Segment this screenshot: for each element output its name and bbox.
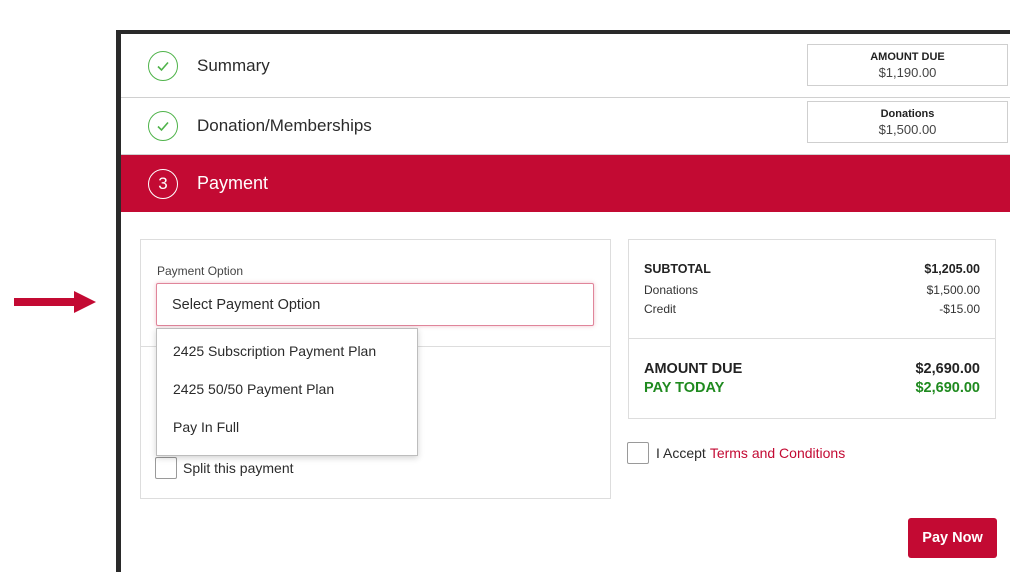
donations-box: Donations $1,500.00 <box>807 101 1008 143</box>
split-payment-label: Split this payment <box>183 460 294 476</box>
divider <box>629 338 995 339</box>
donations-box-value: $1,500.00 <box>878 121 937 137</box>
amount-due-box: AMOUNT DUE $1,190.00 <box>807 44 1008 86</box>
step-payment-title: Payment <box>197 173 269 193</box>
accept-terms-checkbox[interactable] <box>627 442 649 464</box>
step-number-icon: 3 <box>148 168 178 199</box>
dropdown-option-pay-in-full[interactable]: Pay In Full <box>157 408 417 446</box>
credit-value: -$15.00 <box>939 302 980 316</box>
pointer-arrow-icon <box>14 291 96 313</box>
step-donation-title: Donation/Memberships <box>197 116 372 135</box>
subtotal-line: SUBTOTAL $1,205.00 <box>644 262 980 276</box>
amount-due-line: AMOUNT DUE $2,690.00 <box>644 361 980 377</box>
subtotal-label: SUBTOTAL <box>644 262 711 276</box>
credit-label: Credit <box>644 302 677 316</box>
payment-option-dropdown: 2425 Subscription Payment Plan 2425 50/5… <box>156 328 418 456</box>
pay-today-line: PAY TODAY $2,690.00 <box>644 380 980 396</box>
subtotal-value: $1,205.00 <box>924 262 980 276</box>
split-payment-checkbox[interactable] <box>155 457 177 479</box>
step-payment: 3 Payment <box>121 155 1010 212</box>
total-amount-due-value: $2,690.00 <box>915 361 980 377</box>
total-amount-due-label: AMOUNT DUE <box>644 361 743 377</box>
payment-option-label: Payment Option <box>157 264 244 278</box>
donations-value: $1,500.00 <box>926 283 980 297</box>
pay-now-button[interactable]: Pay Now <box>908 518 997 558</box>
credit-line: Credit -$15.00 <box>644 302 980 316</box>
amount-due-label: AMOUNT DUE <box>870 50 945 63</box>
donations-box-label: Donations <box>880 107 935 120</box>
terms-link[interactable]: Terms and Conditions <box>710 445 845 461</box>
step-summary[interactable]: Summary AMOUNT DUE $1,190.00 <box>121 34 1010 98</box>
payment-option-select[interactable]: Select Payment Option <box>156 283 594 326</box>
terms-row: I Accept Terms and Conditions <box>627 442 845 464</box>
pay-today-label: PAY TODAY <box>644 380 725 396</box>
check-circle-icon <box>148 50 178 81</box>
pay-today-value: $2,690.00 <box>915 380 980 396</box>
donations-line: Donations $1,500.00 <box>644 283 980 297</box>
split-payment-row: Split this payment <box>155 457 294 479</box>
amount-due-value: $1,190.00 <box>878 64 937 80</box>
dropdown-option-subscription-plan[interactable]: 2425 Subscription Payment Plan <box>157 332 417 370</box>
check-circle-icon <box>148 111 178 141</box>
donations-label: Donations <box>644 283 699 297</box>
checkout-panel: Summary AMOUNT DUE $1,190.00 Donation/Me… <box>116 30 1010 572</box>
payment-option-panel: Payment Option Select Payment Option 242… <box>140 239 611 499</box>
totals-panel: SUBTOTAL $1,205.00 Donations $1,500.00 C… <box>628 239 996 419</box>
step-summary-title: Summary <box>197 55 270 75</box>
accept-terms-label: I Accept <box>656 445 706 461</box>
dropdown-option-50-50-plan[interactable]: 2425 50/50 Payment Plan <box>157 370 417 408</box>
